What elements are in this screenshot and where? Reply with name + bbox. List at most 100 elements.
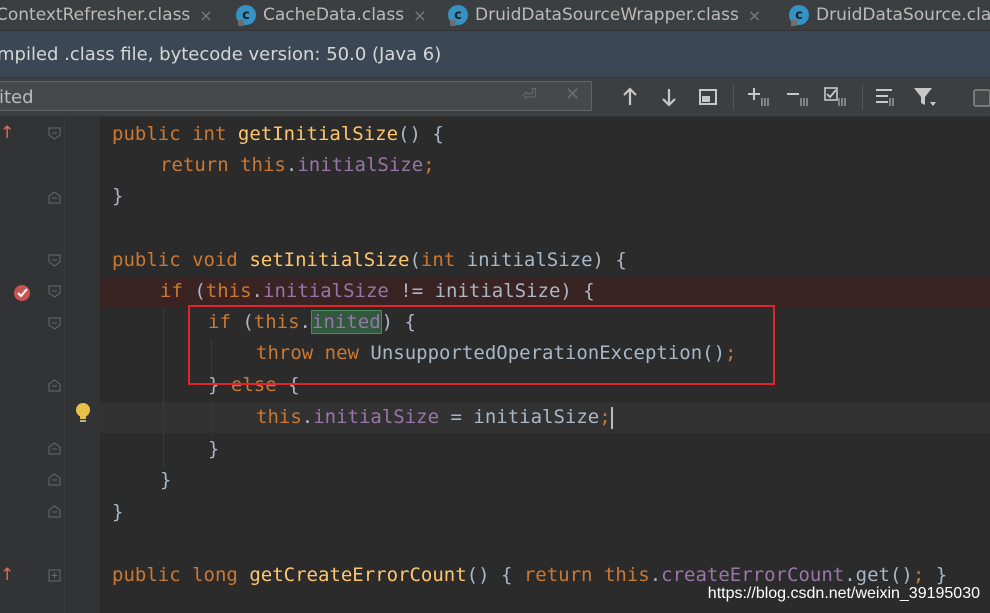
punctuation: ; [423,154,435,176]
code-text: initialSize) { [455,249,627,271]
keyword: long [192,564,238,586]
fold-open-icon[interactable] [48,254,61,267]
field-name: initialSize [263,280,389,302]
code-text: . [251,280,263,302]
check-selection-icon [824,87,846,106]
punctuation: ; [912,564,925,586]
watermark: https://blog.csdn.net/weixin_39195030 [707,585,980,602]
keyword: this [205,280,252,302]
code-text: . [301,406,314,428]
code-text: ( [182,280,206,302]
code-text: () { [466,564,524,586]
code-text: = initialSize [439,406,600,428]
lightbulb-icon[interactable] [74,402,92,424]
code-text: } [208,438,220,460]
code-text: . [649,564,662,586]
fold-close-icon[interactable] [48,442,61,455]
breakpoint-icon[interactable] [12,283,32,303]
add-selection-icon [748,88,769,106]
editor-tab-bar: ContextRefresher.class × c CacheData.cla… [0,0,990,31]
annotation-highlight-box [188,305,775,385]
search-input[interactable] [0,82,511,112]
filter-icon [914,88,936,106]
checkbox-icon [973,89,990,107]
fold-close-icon[interactable] [48,379,61,392]
text-caret [610,406,613,429]
tab-cache-data[interactable]: c CacheData.class × [236,0,426,30]
previous-occurrence-button[interactable] [617,84,643,110]
fold-open-icon[interactable] [48,127,61,140]
gutter-divider [64,117,65,613]
decompiled-info-banner: mpiled .class file, bytecode version: 50… [0,31,990,78]
fold-open-icon[interactable] [48,285,61,298]
code-editor[interactable]: ↑ ↑ public int getInitialSize() { return… [0,117,990,613]
fold-open-icon[interactable] [48,317,61,330]
filter-button[interactable] [912,84,938,110]
fold-expand-icon[interactable] [48,569,61,582]
keyword: int [192,123,227,145]
method-name: getInitialSize [237,123,399,145]
indent-guide [163,308,164,468]
keyword: if [160,280,183,302]
arrow-up-icon [623,87,637,105]
match-case-checkbox[interactable] [968,84,990,110]
remove-selection-icon [787,93,808,106]
keyword: return [523,564,593,586]
keyword: this [240,154,286,176]
class-icon: c [448,5,468,26]
tab-label: DruidDataSource.cla [816,5,990,25]
code-text: != initialSize) { [388,280,595,302]
code-line-close-brace[interactable]: } [112,497,123,528]
enter-icon[interactable]: ⏎ [522,85,537,106]
code-line-close-brace[interactable]: } [112,181,123,212]
keyword: public [112,249,181,271]
tab-context-refresher[interactable]: ContextRefresher.class × [0,0,213,30]
code-line-close-brace[interactable]: } [208,434,219,465]
code-line-setInitialSize[interactable]: public void setInitialSize(int initialSi… [112,245,627,276]
fold-close-icon[interactable] [48,191,61,204]
field-name: createErrorCount [661,564,845,586]
keyword: void [192,249,238,271]
code-line-assign-initialSize[interactable]: this.initialSize = initialSize; [256,402,613,433]
method-name: getCreateErrorCount [249,564,467,586]
keyword: return [160,154,229,176]
tab-druid-datasource[interactable]: c DruidDataSource.cla [789,0,990,30]
find-toolbar: ⏎ ✕ [0,78,990,117]
keyword: public [112,564,181,586]
search-field[interactable]: ⏎ ✕ [0,81,592,112]
code-text: () { [398,123,444,145]
code-line-close-brace[interactable]: } [160,465,171,496]
next-occurrence-button[interactable] [656,84,682,110]
search-options-button[interactable] [873,84,899,110]
select-all-matches-button[interactable] [823,84,849,110]
tab-label: DruidDataSourceWrapper.class [475,5,739,25]
field-name: initialSize [297,154,424,176]
select-all-icon [699,89,717,105]
keyword: this [603,564,650,586]
fold-close-icon[interactable] [48,505,61,518]
keyword: this [256,406,302,428]
indent-guide [211,402,212,437]
close-icon[interactable]: × [748,6,761,25]
select-all-occurrences-button[interactable] [695,84,721,110]
close-icon[interactable]: × [413,6,426,25]
code-text: . [285,154,298,176]
add-occurrence-button[interactable] [746,84,772,110]
tab-label: CacheData.class [263,5,405,25]
options-icon [876,89,894,106]
remove-occurrence-button[interactable] [785,84,811,110]
tab-label: ContextRefresher.class [0,5,191,25]
code-text: .get() [844,564,913,586]
fold-close-icon[interactable] [48,473,61,486]
keyword: public [112,123,181,145]
override-marker-icon[interactable]: ↑ [0,123,14,143]
code-line-return-initialSize[interactable]: return this.initialSize; [160,150,435,181]
override-marker-icon[interactable]: ↑ [0,565,14,585]
code-text: ( [409,249,421,271]
clear-icon[interactable]: ✕ [565,84,580,105]
close-icon[interactable]: × [199,6,212,25]
code-line-if-initialSize[interactable]: if (this.initialSize != initialSize) { [160,276,595,307]
code-text: } [112,185,124,207]
tab-druid-datasource-wrapper[interactable]: c DruidDataSourceWrapper.class × [448,0,761,30]
code-line-getInitialSize[interactable]: public int getInitialSize() { [112,119,444,150]
